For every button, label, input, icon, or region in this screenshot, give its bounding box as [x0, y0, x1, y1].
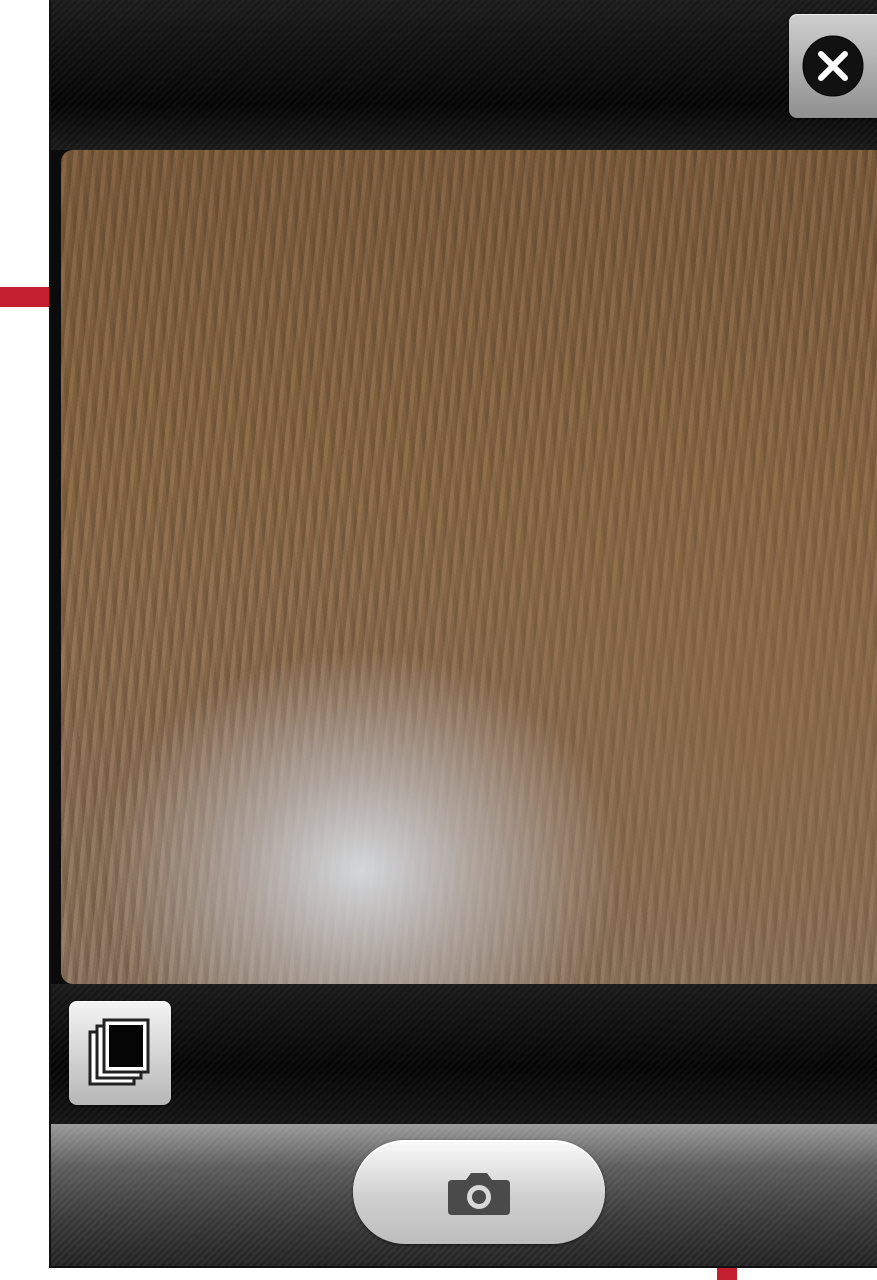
- photo-stack-icon: [88, 1018, 150, 1086]
- camera-control-bar: [51, 1124, 877, 1266]
- camera-icon: [448, 1173, 510, 1215]
- bottom-strip: [51, 984, 877, 1124]
- accent-bar-left: [0, 287, 49, 307]
- close-button[interactable]: [789, 14, 877, 118]
- shutter-button[interactable]: [353, 1140, 605, 1244]
- top-bar: [51, 0, 877, 150]
- camera-viewfinder[interactable]: [61, 150, 877, 984]
- gallery-button[interactable]: [69, 1001, 171, 1105]
- close-icon: [802, 35, 864, 97]
- camera-screen: [49, 0, 877, 1268]
